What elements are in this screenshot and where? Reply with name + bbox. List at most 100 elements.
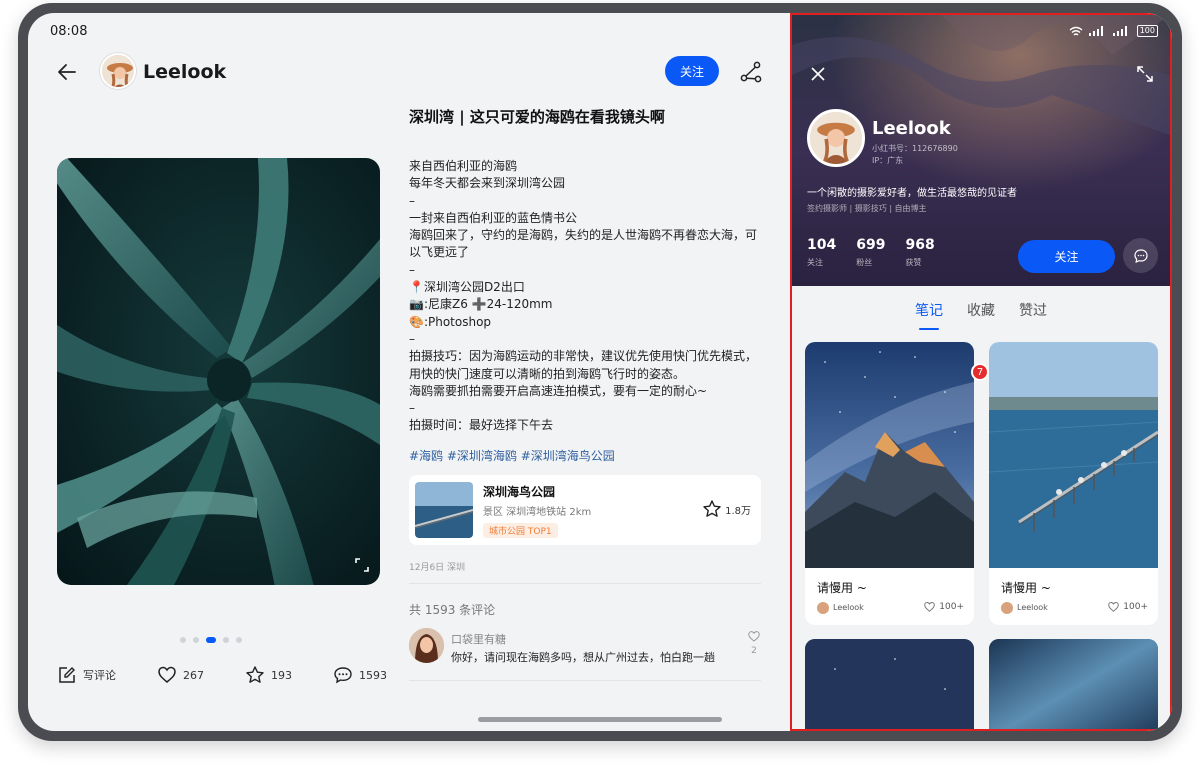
share-icon[interactable] [739, 61, 763, 83]
carousel-dot[interactable] [193, 637, 199, 643]
stat-likes[interactable]: 968 获赞 [905, 237, 934, 268]
note-like-button[interactable]: 100+ [1107, 601, 1148, 613]
post-body-line: 📷:尼康Z6 ➕24-120mm [409, 297, 553, 312]
comment-like-count: 2 [751, 646, 757, 656]
commenter-avatar[interactable] [409, 628, 444, 663]
star-button[interactable]: 193 [245, 665, 292, 685]
author-name[interactable]: Leelook [143, 61, 226, 83]
profile-name: Leelook [872, 118, 951, 139]
place-card[interactable]: 深圳海鸟公园 景区 深圳湾地铁站 2km 城市公园 TOP1 1.8万 [409, 475, 761, 545]
note-author: Leelook [1017, 603, 1048, 612]
profile-pane: 100 Leelook 小红书号：112676890 IP：广东 一个闲散的摄影… [790, 13, 1172, 731]
home-indicator[interactable] [478, 717, 722, 722]
note-author: Leelook [833, 603, 864, 612]
heart-icon [158, 666, 176, 683]
note-like-count: 100+ [939, 602, 964, 612]
status-icons: 100 [1069, 25, 1158, 37]
back-arrow-icon[interactable] [54, 59, 80, 85]
stat-number: 968 [905, 237, 935, 253]
carousel-dot[interactable] [180, 637, 186, 643]
stat-label: 关注 [807, 258, 823, 267]
comment-icon [334, 667, 352, 684]
post-body-line: 海鸥回来了，守约的是海鸥，失约的是人世海鸥不再眷恋大海，可以飞更远了 [409, 228, 758, 260]
divider [409, 583, 761, 584]
stat-followers[interactable]: 699 粉丝 [856, 237, 885, 268]
star-icon [246, 666, 264, 683]
comment-item[interactable]: 口袋里有糖 你好，请问现在海鸥多吗，想从广州过去，怕白跑一趟 2 [409, 628, 761, 678]
post-title: 深圳湾 | 这只可爱的海鸥在看我镜头啊 [409, 108, 665, 126]
note-image [989, 342, 1158, 568]
carousel-dot-active[interactable] [206, 637, 216, 643]
like-button[interactable]: 267 [157, 665, 204, 685]
tab-collections[interactable]: 收藏 [967, 300, 995, 330]
note-like-button[interactable]: 100+ [923, 601, 964, 613]
comment-total: 共 1593 条评论 [409, 603, 496, 617]
place-star-button[interactable]: 1.8万 [702, 499, 751, 519]
expand-icon[interactable] [354, 557, 370, 573]
post-body: 来自西伯利亚的海鸥每年冬天都会来到深圳湾公园 – 一封来自西伯利亚的蓝色情书公海鸥回… [409, 158, 761, 435]
author-avatar[interactable] [100, 53, 136, 89]
note-card[interactable]: 请慢用 ~ Leelook 100+ [805, 342, 974, 625]
note-card[interactable]: 请慢用 ~ Leelook 100+ [989, 342, 1158, 625]
note-image [805, 639, 974, 729]
place-star-count: 1.8万 [725, 505, 751, 517]
post-body-line: 来自西伯利亚的海鸥 [409, 159, 518, 173]
carousel-dot[interactable] [236, 637, 242, 643]
profile-header: 100 Leelook 小红书号：112676890 IP：广东 一个闲散的摄影… [792, 15, 1170, 286]
agave-plant-image [57, 158, 380, 585]
carousel-dot[interactable] [223, 637, 229, 643]
note-author-avatar [817, 602, 829, 614]
commenter-name: 口袋里有糖 [451, 633, 506, 646]
message-button[interactable] [1123, 238, 1158, 273]
write-comment-label: 写评论 [83, 669, 116, 682]
place-thumbnail [415, 482, 473, 538]
message-icon [1133, 248, 1148, 263]
note-title: 请慢用 ~ [1001, 581, 1051, 595]
place-badge: 城市公园 TOP1 [483, 523, 558, 538]
note-card[interactable] [805, 639, 974, 729]
note-image [805, 342, 974, 568]
post-tags[interactable]: #海鸥 #深圳湾海鸥 #深圳湾海鸟公园 [409, 447, 615, 464]
tab-notes[interactable]: 笔记 [915, 300, 943, 330]
edit-icon [59, 667, 75, 683]
post-body-line: – [409, 331, 415, 346]
signal-icon [1088, 26, 1103, 36]
profile-bio: 一个闲散的摄影爱好者，做生活最悠哉的见证者 [807, 188, 1017, 199]
battery-icon: 100 [1136, 25, 1158, 37]
profile-stats: 104 关注 699 粉丝 968 获赞 [807, 237, 935, 268]
fullscreen-icon[interactable] [1134, 63, 1156, 85]
post-body-line: – [409, 262, 415, 277]
note-card[interactable] [989, 639, 1158, 729]
tablet-frame: 08:08 Leelook 关注 写评论 267 193 1593 深圳湾 | … [18, 3, 1182, 741]
post-body-line: 🎨:Photoshop [409, 314, 492, 329]
post-body-line: 拍摄技巧：因为海鸥运动的非常快，建议优先使用快门优先模式，用快的快门速度可以清晰… [409, 349, 758, 381]
comment-like-button[interactable]: 2 [747, 630, 761, 656]
heart-icon [924, 602, 936, 612]
heart-icon [748, 631, 760, 642]
comment-text: 你好，请问现在海鸥多吗，想从广州过去，怕白跑一趟 [451, 651, 715, 664]
profile-tags: 签约摄影师 | 摄影技巧 | 自由博主 [807, 204, 927, 213]
follow-button[interactable]: 关注 [665, 56, 719, 86]
post-detail-pane: 08:08 Leelook 关注 写评论 267 193 1593 深圳湾 | … [28, 13, 790, 731]
place-subtitle: 景区 深圳湾地铁站 2km [483, 507, 592, 518]
star-count: 193 [271, 668, 292, 682]
post-photo[interactable] [57, 158, 380, 585]
screen: 08:08 Leelook 关注 写评论 267 193 1593 深圳湾 | … [28, 13, 1172, 731]
post-body-line: 一封来自西伯利亚的蓝色情书公 [409, 210, 578, 225]
post-body-line: – [409, 401, 415, 416]
note-image [989, 639, 1158, 729]
divider [409, 680, 761, 681]
write-comment-button[interactable]: 写评论 [57, 665, 116, 685]
comment-button[interactable]: 1593 [333, 665, 387, 685]
note-author-avatar [1001, 602, 1013, 614]
stat-following[interactable]: 104 关注 [807, 237, 836, 268]
heart-icon [1108, 602, 1120, 612]
stat-label: 获赞 [905, 258, 922, 267]
close-icon[interactable] [808, 64, 828, 84]
post-body-line: 海鸥需要抓拍需要开启高速连拍模式，要有一定的耐心~ [409, 383, 708, 398]
profile-follow-button[interactable]: 关注 [1018, 240, 1115, 273]
post-body-line: 每年冬天都会来到深圳湾公园 [409, 176, 566, 191]
comment-count-label: 1593 [359, 668, 387, 682]
tab-liked[interactable]: 赞过 [1019, 300, 1047, 330]
profile-avatar[interactable] [807, 109, 865, 167]
